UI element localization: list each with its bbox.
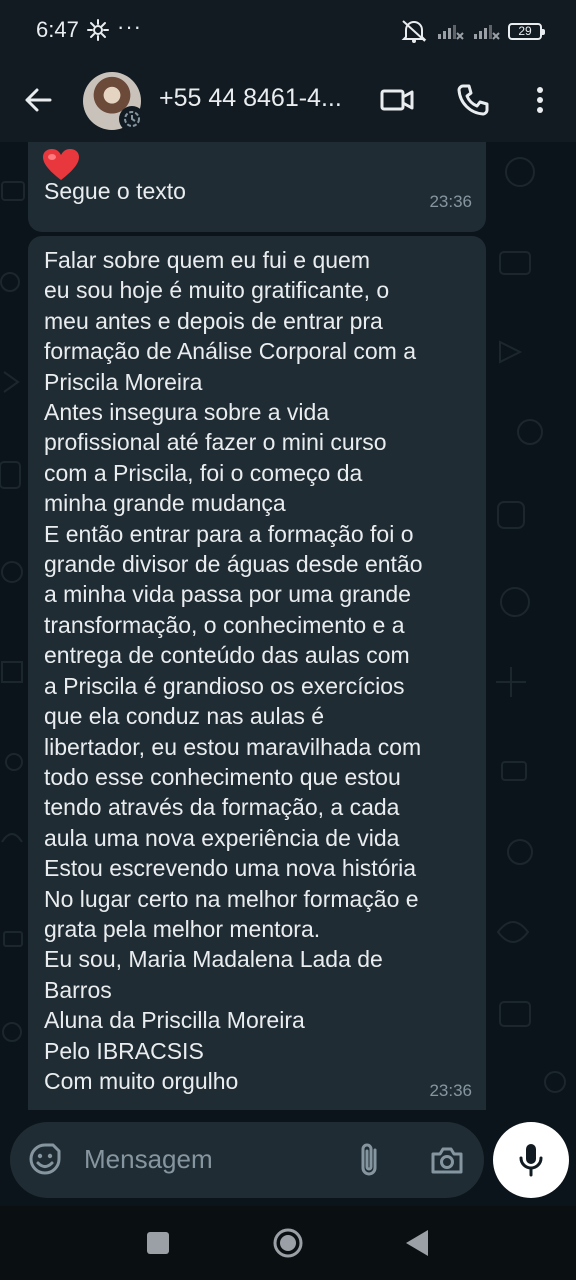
chat-area[interactable]: Segue o texto 23:36 Falar sobre quem eu … [0,142,576,1110]
message-bubble[interactable]: Falar sobre quem eu fui e quem eu sou ho… [28,236,486,1110]
message-line: Barros [44,976,112,1003]
camera-icon[interactable] [430,1144,464,1176]
paperclip-icon[interactable] [354,1142,384,1178]
message-line: Aluna da Priscilla Moreira [44,1007,305,1034]
message-line: aula uma nova experiência de vida [44,824,400,851]
message-line: grande divisor de águas desde então [44,551,423,578]
message-line: Com muito orgulho [44,1067,239,1094]
status-right-group: 29 [400,18,545,44]
pinwheel-icon [87,19,109,41]
status-time: 6:47 [36,17,79,42]
message-line: libertador, eu estou maravilhada com [44,733,422,760]
status-bar: 6:47 ··· 29 [0,0,576,62]
message-input[interactable]: Mensagem [84,1144,213,1175]
message-time: 23:36 [429,192,472,211]
nav-back-button[interactable] [404,1228,430,1258]
battery-level: 29 [518,24,532,38]
message-line: Antes insegura sobre a vida [44,399,330,426]
message-line: a minha vida passa por uma grande [44,581,411,608]
status-ring-icon [119,106,145,132]
battery-icon: 29 [508,22,545,40]
message-line: profissional até fazer o mini curso [44,429,387,456]
message-line: com a Priscila, foi o começo da [44,459,363,486]
message-line: grata pela melhor mentora. [44,915,321,942]
message-composer[interactable]: Mensagem [10,1122,484,1198]
contact-name[interactable]: +55 44 8461-4... [159,84,342,113]
message-line: formação de Análise Corporal com a [44,338,417,365]
message-line: entrega de conteúdo das aulas com [44,642,410,669]
microphone-icon [519,1144,543,1177]
more-vertical-icon[interactable] [530,82,550,118]
message-line: eu sou hoje é muito gratificante, o [44,277,390,304]
chat-header: +55 44 8461-4... [0,62,576,142]
microphone-button[interactable] [493,1122,569,1198]
message-line: Eu sou, Maria Madalena Lada de [44,946,383,973]
message-text: Segue o texto [44,178,186,204]
message-line: Falar sobre quem eu fui e quem [44,247,371,273]
message-line: Priscila Moreira [44,368,203,395]
message-time: 23:36 [429,1081,472,1100]
home-button[interactable] [272,1227,304,1259]
message-line: meu antes e depois de entrar pra [44,307,383,334]
message-line: No lugar certo na melhor formação e [44,885,419,912]
message-line: Estou escrevendo uma nova história [44,855,417,882]
signal-icon-2 [474,25,500,40]
message-line: minha grande mudança [44,490,286,517]
message-line: E então entrar para a formação foi o [44,520,414,547]
recents-button[interactable] [147,1232,169,1254]
message-line: que ela conduz nas aulas é [44,703,325,730]
message-line: tendo através da formação, a cada [44,794,400,821]
message-line: Pelo IBRACSIS [44,1037,204,1064]
message-line: transformação, o conhecimento e a [44,611,405,638]
muted-bell-icon [401,20,427,43]
message-line: todo esse conhecimento que estou [44,763,401,790]
message-bubble[interactable]: Segue o texto 23:36 [28,142,486,232]
heart-icon [43,149,79,180]
signal-icon [438,25,464,40]
emoji-smile-icon[interactable] [28,1142,62,1176]
status-more-dots: ··· [117,14,142,39]
message-text: Falar sobre quem eu fui e quem eu sou ho… [44,245,474,1096]
system-nav-bar [0,1206,576,1280]
message-line: a Priscila é grandioso os exercícios [44,672,405,699]
arrow-left-icon[interactable] [20,82,56,118]
video-camera-icon[interactable] [379,82,415,118]
phone-icon[interactable] [456,82,490,118]
